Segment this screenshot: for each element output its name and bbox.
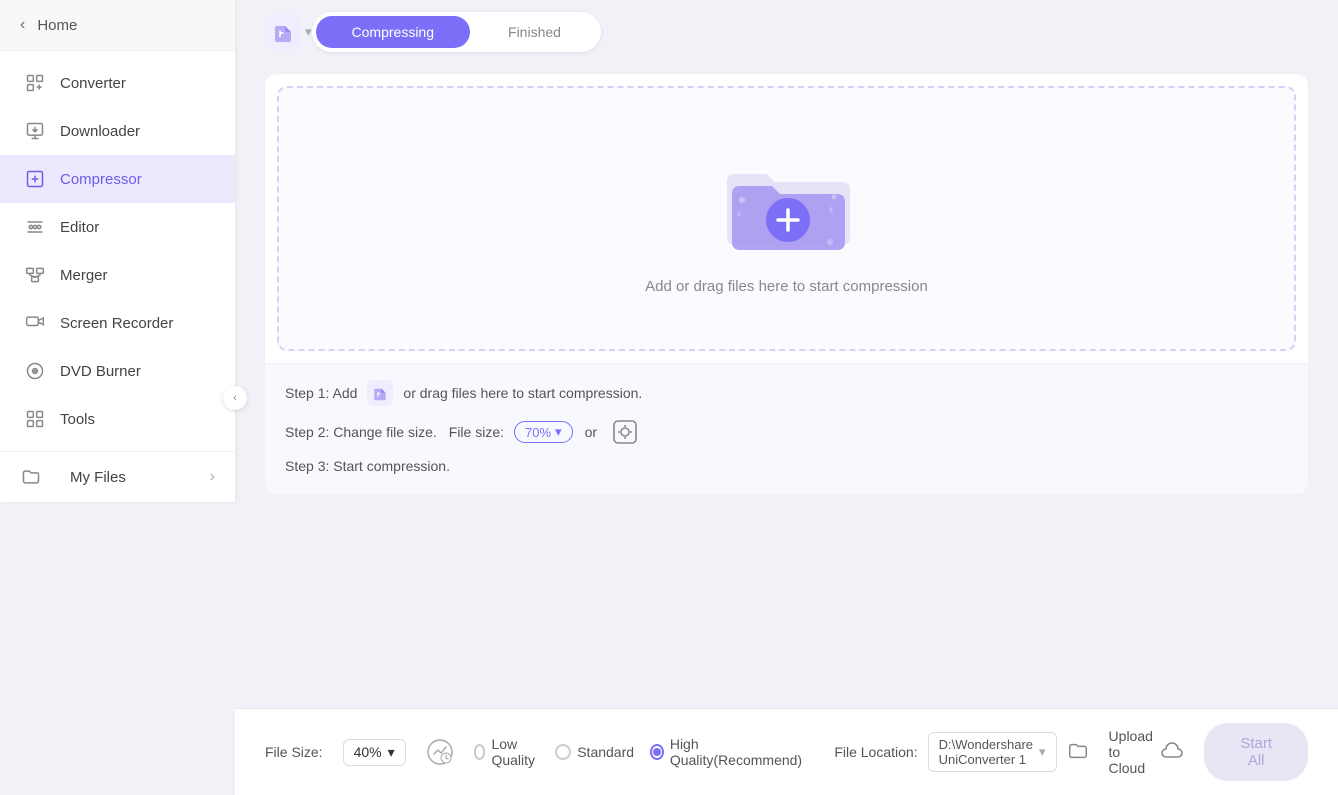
tools-label: Tools: [60, 411, 95, 428]
editor-icon: [24, 216, 46, 238]
upload-to-cloud[interactable]: Upload to Cloud: [1109, 728, 1185, 776]
step1-suffix: or drag files here to start compression.: [403, 385, 642, 401]
compressor-icon: [24, 168, 46, 190]
content-area: Add or drag files here to start compress…: [235, 64, 1338, 698]
quality-low-radio: [474, 744, 486, 760]
file-location-path[interactable]: D:\Wondershare UniConverter 1 ▾: [928, 732, 1057, 772]
app-logo-icon: [265, 14, 301, 50]
downloader-label: Downloader: [60, 123, 140, 140]
sidebar-item-dvd-burner[interactable]: DVD Burner: [0, 347, 235, 395]
sidebar-item-editor[interactable]: Editor: [0, 203, 235, 251]
file-size-select[interactable]: 40% ▾: [343, 739, 406, 766]
quality-high-label: High Quality(Recommend): [670, 736, 804, 768]
sidebar-item-tools[interactable]: Tools: [0, 395, 235, 443]
cloud-icon: [1160, 739, 1184, 766]
file-size-select-value: 40%: [354, 744, 382, 760]
folder-illustration: [712, 142, 862, 262]
tab-switcher: Compressing Finished: [312, 12, 601, 52]
myfiles-icon: [20, 466, 42, 488]
myfiles-label: My Files: [70, 469, 126, 486]
quality-high-radio: [650, 744, 664, 760]
sidebar-item-merger[interactable]: Merger: [0, 251, 235, 299]
quality-standard-option[interactable]: Standard: [555, 744, 634, 760]
back-arrow-icon: ‹: [20, 16, 25, 34]
drop-zone-container: Add or drag files here to start compress…: [265, 74, 1308, 494]
converter-label: Converter: [60, 75, 126, 92]
file-size-select-chevron-icon: ▾: [388, 744, 395, 761]
tools-icon: [24, 408, 46, 430]
step1-prefix: Step 1: Add: [285, 385, 357, 401]
dvd-burner-label: DVD Burner: [60, 363, 141, 380]
steps-section: Step 1: Add or drag files here to start …: [265, 363, 1308, 494]
quality-standard-radio: [555, 744, 571, 760]
start-all-button[interactable]: Start All: [1204, 723, 1308, 781]
file-location-path-text: D:\Wondershare UniConverter 1: [939, 737, 1033, 767]
drop-zone[interactable]: Add or drag files here to start compress…: [277, 86, 1296, 351]
sidebar-footer-myfiles[interactable]: My Files ›: [0, 451, 235, 502]
quality-high-radio-dot: [653, 748, 661, 756]
header: ▾ Compressing Finished: [235, 0, 1338, 64]
merger-icon: [24, 264, 46, 286]
file-location-section: File Location: D:\Wondershare UniConvert…: [834, 732, 1088, 772]
sidebar-item-home[interactable]: ‹ Home: [0, 0, 235, 51]
myfiles-arrow-icon: ›: [210, 468, 215, 486]
tab-finished[interactable]: Finished: [472, 16, 597, 48]
sidebar-item-compressor[interactable]: Compressor: [0, 155, 235, 203]
sidebar-item-screen-recorder[interactable]: Screen Recorder: [0, 299, 235, 347]
logo-button[interactable]: ▾: [265, 14, 312, 50]
home-label: Home: [37, 17, 77, 34]
converter-icon: [24, 72, 46, 94]
tab-compressing[interactable]: Compressing: [316, 16, 470, 48]
quality-standard-label: Standard: [577, 744, 634, 760]
quality-options: Low Quality Standard High Quality(Recomm…: [474, 736, 805, 768]
downloader-icon: [24, 120, 46, 142]
dropdown-chevron-icon: ▾: [555, 424, 562, 440]
location-dropdown-icon: ▾: [1039, 744, 1046, 760]
sidebar-collapse-button[interactable]: ‹: [223, 386, 247, 410]
recorder-icon: [24, 312, 46, 334]
step1-row: Step 1: Add or drag files here to start …: [285, 380, 1288, 406]
bottom-bar: File Size: 40% ▾ Low Quality Standard: [235, 708, 1338, 795]
dvd-icon: [24, 360, 46, 382]
file-location-label: File Location:: [834, 744, 917, 760]
drop-zone-text: Add or drag files here to start compress…: [645, 278, 928, 295]
file-size-label: File Size:: [265, 744, 323, 760]
step2-file-size-value: 70%: [525, 425, 551, 440]
compressor-label: Compressor: [60, 171, 142, 188]
logo-dropdown-icon: ▾: [305, 24, 312, 40]
quality-low-label: Low Quality: [491, 736, 539, 768]
merger-label: Merger: [60, 267, 108, 284]
sidebar-item-downloader[interactable]: Downloader: [0, 107, 235, 155]
sidebar-nav: Converter Downloader: [0, 51, 235, 451]
compress-quality-icon[interactable]: [426, 738, 454, 766]
step2-row: Step 2: Change file size. File size: 70%…: [285, 418, 1288, 446]
sidebar-item-converter[interactable]: Converter: [0, 59, 235, 107]
upload-to-cloud-label: Upload to Cloud: [1109, 728, 1155, 776]
step2-or: or: [585, 424, 597, 440]
step3-text: Step 3: Start compression.: [285, 458, 450, 474]
step2-prefix: Step 2: Change file size.: [285, 424, 437, 440]
step1-add-icon[interactable]: [367, 380, 393, 406]
screen-recorder-label: Screen Recorder: [60, 315, 173, 332]
step2-file-size-label: File size:: [449, 424, 504, 440]
editor-label: Editor: [60, 219, 99, 236]
step2-settings-icon[interactable]: [611, 418, 639, 446]
quality-low-option[interactable]: Low Quality: [474, 736, 540, 768]
file-browser-icon[interactable]: [1067, 740, 1089, 765]
quality-high-option[interactable]: High Quality(Recommend): [650, 736, 804, 768]
step2-file-size-dropdown[interactable]: 70% ▾: [514, 421, 573, 443]
main-content: ▾ Compressing Finished: [235, 0, 1338, 795]
step3-row: Step 3: Start compression.: [285, 458, 1288, 474]
